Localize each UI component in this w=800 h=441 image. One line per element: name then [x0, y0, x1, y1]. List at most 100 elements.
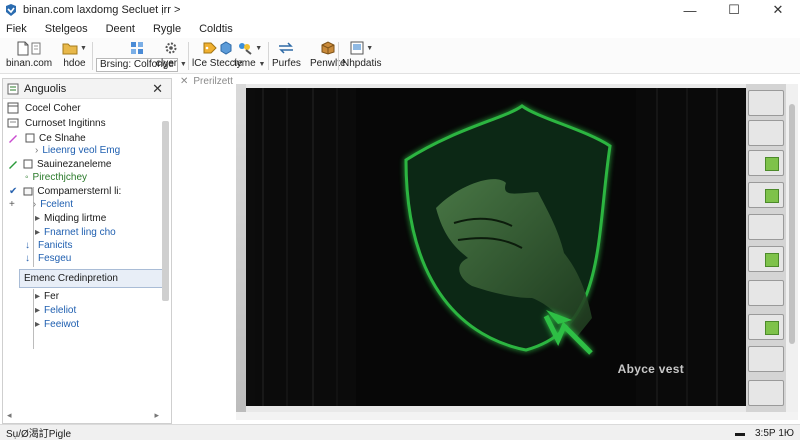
tree-item[interactable]: Curnoset Ingitinns — [7, 116, 106, 130]
tree-item[interactable]: ▸ Fnarnet ling cho — [35, 225, 116, 239]
tree-item[interactable]: Cocel Coher — [7, 101, 81, 115]
tree-item-label: Feleliot — [44, 304, 77, 316]
chevron-down-icon: ▼ — [255, 44, 263, 52]
tree-item-selected[interactable]: Emenc Credinpretion — [19, 269, 167, 288]
scrollbar-thumb[interactable] — [789, 104, 795, 344]
toolbar-divider — [188, 42, 189, 70]
canvas-edge — [236, 84, 246, 412]
toolbar-divider — [268, 42, 269, 70]
outline-panel: Anguolis ✕ Cocel Coher Curnoset Ingitinn… — [2, 78, 172, 424]
tree-item[interactable]: ↓ Fesgeu — [25, 251, 71, 265]
expand-arrow-icon: ▸ — [35, 290, 41, 302]
page-icon — [25, 133, 35, 143]
page-icon — [23, 159, 33, 169]
minus-icon[interactable]: ▬ — [735, 428, 745, 439]
down-arrow-icon: ↓ — [25, 239, 30, 251]
tree-item[interactable]: ▸ Feleliot — [35, 303, 76, 317]
new-document-button[interactable]: binan.com — [6, 40, 52, 72]
status-bar: Sụ/Ø渴訂Pigle ▬ 3:5Р 1Ю — [0, 424, 800, 440]
penwlte-label: Penwlte — [310, 58, 346, 69]
toolbar: binan.com ▼ hdoe Brsing: Colfonge clyer … — [0, 38, 800, 74]
paint-label: tyme ▼ — [234, 58, 266, 69]
app-window: binan.com laxdomg Secluet ịrr > — ☐ ✕ Fi… — [0, 0, 800, 440]
new-document-icon — [17, 41, 29, 55]
tree-item-label: Pirecthjchey — [32, 171, 88, 183]
canvas-vertical-scrollbar[interactable] — [786, 84, 798, 412]
tree-item-label: Ce Slnahe — [39, 132, 86, 144]
tree-item-label: Miqding lirtme — [44, 212, 107, 224]
nhpdatis-button[interactable]: ▼ Nhpdatis — [342, 40, 381, 72]
window-icon — [7, 102, 19, 114]
menu-file[interactable]: Fiek — [0, 23, 36, 35]
menu-tools[interactable]: Coldtis — [190, 23, 242, 35]
panel-close-button[interactable]: ✕ — [152, 81, 163, 97]
chevron-down-icon: ▼ — [80, 44, 87, 52]
status-led — [765, 321, 779, 335]
server-rack-strip — [746, 84, 786, 412]
document-tab-label: Prerilzett — [193, 75, 233, 87]
chevron-right-icon: › — [32, 198, 37, 210]
tree-item[interactable]: Sauinezaneleme — [7, 157, 112, 171]
rack-unit — [748, 90, 784, 116]
open-folder-button[interactable]: ▼ hdoe — [62, 40, 87, 72]
purfes-label: Purfes — [272, 58, 301, 69]
check-icon: ✔ — [9, 185, 18, 197]
tree-item[interactable]: › Lieenrg veol Emg — [35, 143, 120, 157]
document-tab[interactable]: ✕ Prerilzett — [180, 74, 233, 88]
paint-button[interactable]: ▼ tyme ▼ — [234, 40, 265, 72]
swap-arrows-icon — [279, 42, 294, 54]
chevron-right-icon: › — [35, 144, 39, 156]
image-frame-icon — [350, 41, 364, 55]
package-icon — [321, 41, 335, 55]
canvas-horizontal-scrollbar[interactable] — [236, 412, 798, 420]
menu-edit[interactable]: Deent — [97, 23, 144, 35]
status-led — [765, 189, 779, 203]
purfes-button[interactable]: Purfes — [272, 40, 301, 72]
settings-label: clyer ▼ — [156, 58, 187, 69]
tree-item-label: Cocel Coher — [25, 102, 81, 114]
tree-item-label: Fnarnet ling cho — [44, 226, 116, 238]
settings-icon — [165, 42, 177, 54]
minimize-button[interactable]: — — [668, 0, 712, 20]
tree-item-label: Lieenrg veol Emg — [42, 144, 121, 156]
close-icon[interactable]: ✕ — [180, 76, 188, 87]
tree-item[interactable]: ▸ Fer — [35, 289, 59, 303]
tree-item-label: Sauinezaneleme — [37, 158, 112, 170]
tree-item-label: Curnoset Ingitinns — [25, 117, 106, 129]
scroll-left-icon[interactable]: ◂ — [7, 410, 12, 421]
tree-item[interactable]: ✔ Compamersternl li: — [9, 184, 121, 198]
tree-item[interactable]: ◦ Pirecthjchey — [25, 170, 87, 184]
folder-icon — [23, 187, 33, 196]
maximize-button[interactable]: ☐ — [712, 0, 756, 20]
tree-item[interactable]: ▸ Feeiwot — [35, 317, 79, 331]
tree-item[interactable]: ▸ Miqding lirtme — [35, 211, 106, 225]
close-button[interactable]: ✕ — [756, 0, 800, 20]
rack-unit — [748, 346, 784, 372]
title-bar: binan.com laxdomg Secluet ịrr > — ☐ ✕ — [0, 0, 800, 20]
pencil-icon — [9, 135, 17, 143]
list-icon — [7, 118, 19, 128]
image-watermark: Abyce vest — [617, 362, 684, 376]
settings-button[interactable]: clyer ▼ — [156, 40, 187, 72]
menu-settings[interactable]: Stelgeos — [36, 23, 97, 35]
rack-unit — [748, 120, 784, 146]
tree-guide-line — [33, 289, 34, 349]
tree-item-label: Fesgeu — [38, 252, 72, 264]
toolbar-divider — [338, 42, 339, 70]
panel-header: Anguolis — [3, 79, 171, 99]
penwlte-button[interactable]: Penwlte — [310, 40, 346, 72]
security-image: Abyce vest — [246, 88, 746, 406]
app-logo-icon — [6, 4, 16, 16]
toolbar-divider — [92, 42, 93, 70]
panel-scrollbar[interactable] — [162, 121, 169, 301]
rack-unit — [748, 280, 784, 306]
rack-unit — [748, 150, 784, 176]
image-canvas[interactable]: Abyce vest — [236, 84, 786, 412]
scroll-right-icon[interactable]: ▸ — [154, 410, 159, 421]
cursor-position: 3:5Р 1Ю — [754, 427, 794, 439]
tree-item[interactable]: + › Fcelent — [9, 197, 73, 211]
tree-item[interactable]: ↓ Fanicits — [25, 238, 72, 252]
new-document-label: binan.com — [6, 58, 53, 69]
menu-view[interactable]: Rygle — [144, 23, 190, 35]
tree-item-label: Emenc Credinpretion — [24, 273, 118, 284]
